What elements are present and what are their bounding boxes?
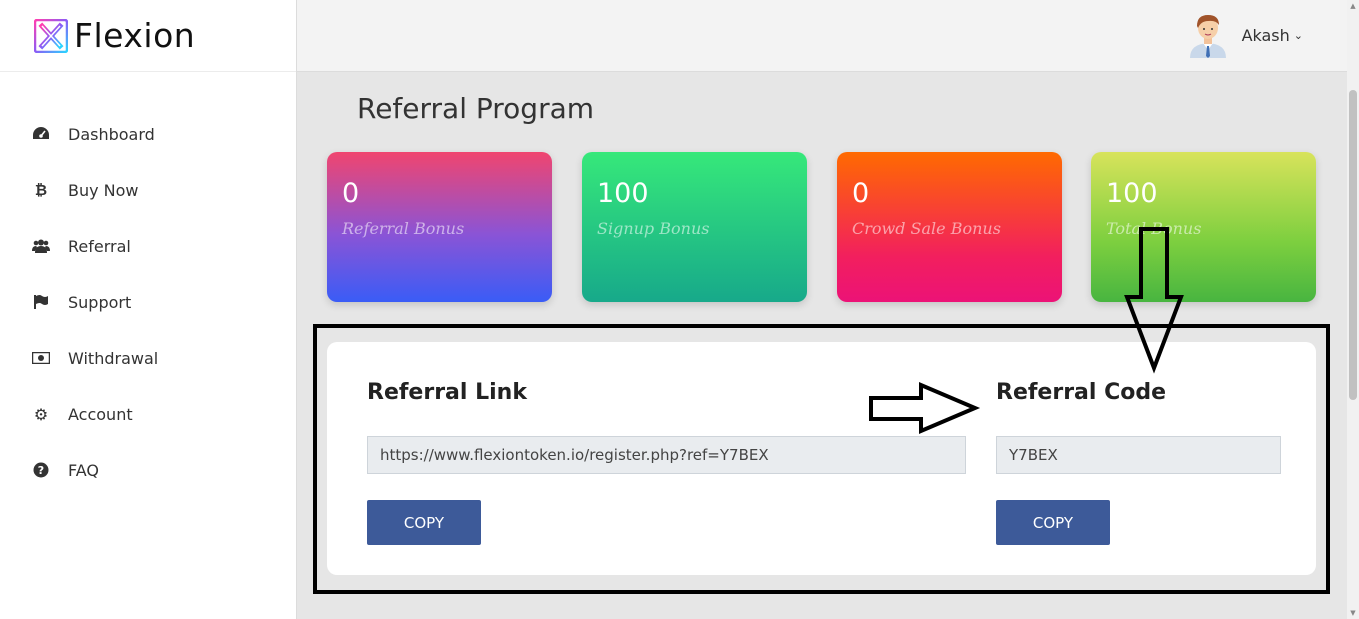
dashboard-icon [32, 125, 50, 143]
brand[interactable]: Flexion [0, 0, 296, 72]
sidebar-item-referral[interactable]: Referral [0, 218, 296, 274]
sidebar-item-dashboard[interactable]: Dashboard [0, 106, 296, 162]
copy-link-button[interactable]: COPY [367, 500, 481, 545]
gear-icon: ⚙ [33, 404, 49, 424]
user-menu[interactable]: Akash ⌄ [1186, 12, 1303, 58]
flexion-logo-icon [34, 18, 68, 53]
card-value: 0 [852, 178, 870, 209]
avatar [1189, 15, 1226, 58]
referral-panel: Referral Link COPY Referral Code COPY [327, 342, 1316, 575]
money-icon [32, 349, 50, 367]
sidebar-item-label: Buy Now [68, 180, 139, 200]
referral-code-title: Referral Code [996, 380, 1167, 405]
sidebar-item-account[interactable]: ⚙ Account [0, 386, 296, 442]
page-title: Referral Program [357, 92, 595, 125]
referral-bonus-card: 0 Referral Bonus [327, 152, 552, 302]
card-label: Crowd Sale Bonus [852, 219, 1001, 238]
chevron-down-icon: ⌄ [1293, 28, 1303, 42]
sidebar-nav: Dashboard ₿ Buy Now Referral Support Wit… [0, 106, 296, 498]
referral-code-field[interactable] [996, 436, 1281, 474]
svg-text:?: ? [38, 464, 44, 477]
referral-link-field[interactable] [367, 436, 966, 474]
sidebar-item-buy-now[interactable]: ₿ Buy Now [0, 162, 296, 218]
topbar: Akash ⌄ [297, 0, 1347, 72]
total-bonus-card: 100 Total Bonus [1091, 152, 1316, 302]
sidebar-item-label: FAQ [68, 460, 99, 480]
sidebar-item-support[interactable]: Support [0, 274, 296, 330]
bitcoin-icon: ₿ [34, 181, 48, 199]
sidebar-item-label: Account [68, 404, 133, 424]
sidebar-item-withdrawal[interactable]: Withdrawal [0, 330, 296, 386]
copy-code-button[interactable]: COPY [996, 500, 1110, 545]
sidebar-item-label: Support [68, 292, 132, 312]
scroll-down-icon[interactable]: ▼ [1349, 609, 1357, 617]
question-icon: ? [32, 461, 50, 479]
scrollbar[interactable]: ▲ ▼ [1347, 0, 1359, 619]
card-value: 100 [1106, 178, 1158, 209]
flag-icon [32, 293, 50, 311]
card-value: 0 [342, 178, 360, 209]
signup-bonus-card: 100 Signup Bonus [582, 152, 807, 302]
scroll-up-icon[interactable]: ▲ [1349, 2, 1357, 10]
card-label: Referral Bonus [342, 219, 465, 238]
brand-name: Flexion [74, 16, 196, 55]
sidebar-item-label: Withdrawal [68, 348, 159, 368]
users-icon [32, 237, 50, 255]
sidebar-item-label: Referral [68, 236, 131, 256]
crowd-sale-bonus-card: 0 Crowd Sale Bonus [837, 152, 1062, 302]
referral-link-title: Referral Link [367, 380, 527, 405]
scrollbar-thumb[interactable] [1349, 90, 1357, 400]
card-value: 100 [597, 178, 649, 209]
sidebar-item-label: Dashboard [68, 124, 155, 144]
sidebar-item-faq[interactable]: ? FAQ [0, 442, 296, 498]
sidebar: Flexion Dashboard ₿ Buy Now Referral Sup… [0, 0, 297, 619]
user-name: Akash [1241, 25, 1290, 45]
card-label: Signup Bonus [597, 219, 710, 238]
card-label: Total Bonus [1106, 219, 1202, 238]
